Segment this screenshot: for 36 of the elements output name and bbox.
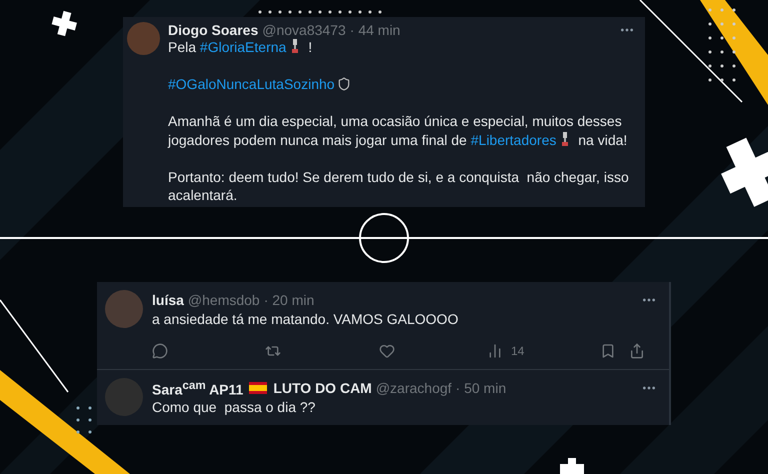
display-name[interactable]: LUTO DO CAM	[273, 380, 372, 396]
display-name[interactable]: luísa	[152, 292, 184, 308]
author-handle[interactable]: @hemsdob	[188, 292, 260, 308]
tweet-time: · 50 min	[456, 380, 506, 396]
views-button[interactable]: 14	[487, 343, 600, 359]
shield-icon	[336, 77, 351, 91]
center-circle	[359, 213, 409, 263]
hashtag-link[interactable]: #Libertadores	[470, 132, 556, 148]
author-handle[interactable]: @zarachogf	[376, 380, 452, 396]
tweet-text: Pela #GloriaEterna !	[168, 38, 314, 56]
share-icon	[629, 343, 645, 359]
tweet-text: a ansiedade tá me matando. VAMOS GALOOOO	[152, 310, 460, 329]
hashtag-link[interactable]: #OGaloNuncaLutaSozinho	[168, 76, 335, 92]
trophy-icon	[561, 130, 570, 146]
tweet-text: Portanto: deem tudo! Se derem tudo de si, e a conquista não chegar, isso acalentará.	[168, 168, 630, 204]
tweet-time: · 44 min	[350, 22, 400, 38]
heart-icon	[379, 343, 395, 359]
bookmark-icon	[600, 343, 616, 359]
flag-icon	[249, 382, 268, 394]
cross-shape	[52, 10, 77, 36]
author-handle[interactable]: @nova83473	[262, 22, 346, 38]
avatar	[105, 290, 143, 328]
hashtag-link[interactable]: #GloriaEterna	[200, 39, 286, 55]
cross-shape	[721, 138, 768, 207]
speech-bubble-icon	[152, 343, 168, 359]
avatar	[127, 22, 160, 55]
display-name[interactable]: Sara$^{cam}$ AP11	[152, 378, 244, 398]
cross-shape	[560, 458, 584, 474]
author-name[interactable]: Diogo Soares	[168, 22, 258, 38]
tweet-time: · 20 min	[264, 292, 314, 308]
tweet-text: Amanhã é um dia especial, uma ocasião única e especial, muitos desses jogadores podem nunca mais jogar uma final de #Libertadores na vida!	[168, 112, 628, 149]
bar-chart-icon	[487, 343, 503, 359]
dot-pattern	[76, 406, 92, 434]
trophy-icon	[291, 38, 300, 54]
tweet-text: Como que passa o dia ??	[152, 398, 316, 417]
avatar	[105, 378, 143, 416]
